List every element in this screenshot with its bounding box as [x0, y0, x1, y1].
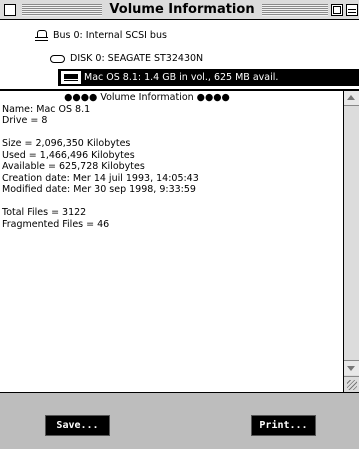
- volume-label: Mac OS 8.1: 1.4 GB in vol., 625 MB avail…: [84, 72, 279, 83]
- device-tree: Bus 0: Internal SCSI bus DISK 0: SEAGATE…: [0, 21, 359, 89]
- info-line: Fragmented Files = 46: [2, 218, 110, 230]
- scroll-up-arrow-icon[interactable]: [344, 91, 359, 106]
- info-line: Size = 2,096,350 Kilobytes: [2, 138, 131, 149]
- info-header: ●●●● Volume Information ●●●●: [64, 92, 230, 103]
- info-line: Creation date: Mer 14 juil 1993, 14:05:4…: [2, 172, 199, 184]
- info-line: Drive = 8: [2, 115, 48, 126]
- resize-grow-box-icon[interactable]: [344, 376, 359, 392]
- save-button[interactable]: Save...: [45, 415, 110, 436]
- title-bar-stripes-left: [22, 4, 102, 16]
- tree-item-disk[interactable]: DISK 0: SEAGATE ST32430N: [50, 50, 203, 67]
- button-panel: Save... Print...: [0, 392, 359, 449]
- volume-information-window: Volume Information Bus 0: Internal SCSI …: [0, 0, 359, 449]
- print-button[interactable]: Print...: [251, 415, 316, 436]
- close-box-icon[interactable]: [4, 4, 16, 16]
- disk-label: DISK 0: SEAGATE ST32430N: [70, 53, 204, 64]
- info-line: Available = 625,728 Kilobytes: [2, 161, 145, 172]
- window-title: Volume Information: [102, 1, 262, 19]
- zoom-box-icon[interactable]: [331, 4, 343, 16]
- collapse-box-icon[interactable]: [346, 4, 358, 16]
- tree-item-volume-selected[interactable]: Mac OS 8.1: 1.4 GB in vol., 625 MB avail…: [58, 69, 359, 86]
- vertical-scrollbar[interactable]: [343, 89, 359, 392]
- title-bar-stripes-right: [262, 4, 328, 16]
- disk-icon: [50, 54, 65, 63]
- info-line: Modified date: Mer 30 sep 1998, 9:33:59: [2, 184, 196, 195]
- scsi-bus-icon: [35, 30, 49, 41]
- info-line: Name: Mac OS 8.1: [2, 103, 91, 115]
- info-line: Used = 1,466,496 Kilobytes: [2, 149, 135, 161]
- scroll-down-arrow-icon[interactable]: [344, 360, 359, 375]
- tree-item-bus[interactable]: Bus 0: Internal SCSI bus: [35, 27, 167, 44]
- info-line: Total Files = 3122: [2, 207, 87, 218]
- info-text-area[interactable]: ●●●● Volume Information ●●●● Name: Mac O…: [0, 89, 343, 392]
- bus-label: Bus 0: Internal SCSI bus: [53, 30, 167, 41]
- hard-drive-icon: [61, 71, 81, 84]
- title-bar[interactable]: Volume Information: [0, 0, 359, 20]
